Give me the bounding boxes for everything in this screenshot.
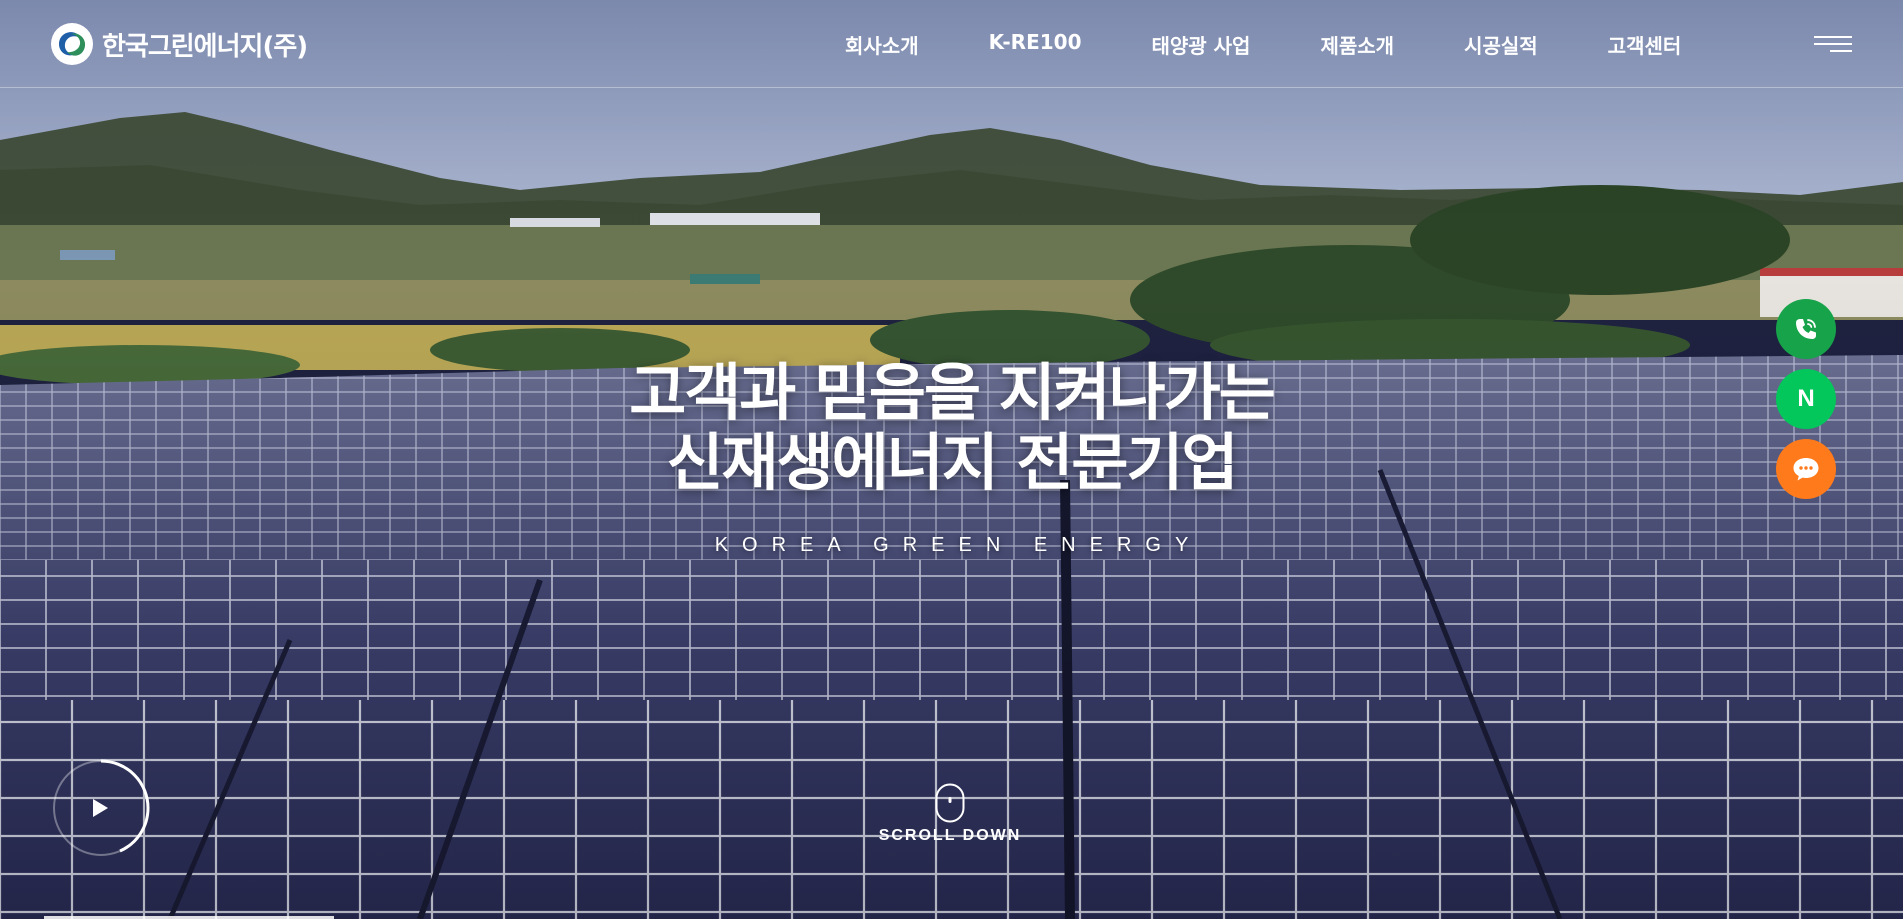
- nav-item-solar-business[interactable]: 태양광 사업: [1151, 30, 1250, 59]
- phone-call-button[interactable]: [1776, 299, 1836, 359]
- nav-item-products[interactable]: 제품소개: [1320, 30, 1394, 59]
- chat-icon: [1793, 458, 1819, 481]
- nav-item-support[interactable]: 고객센터: [1608, 30, 1682, 59]
- slider-play-button[interactable]: [50, 757, 152, 859]
- site-header: 한국그린에너지(주) 회사소개 K-RE100 태양광 사업 제품소개 시공실적…: [0, 0, 1903, 88]
- site-logo[interactable]: 한국그린에너지(주): [50, 22, 308, 66]
- kakao-chat-button[interactable]: [1776, 439, 1836, 499]
- hero-title-line-2: 신재생에너지 전문기업: [666, 426, 1239, 499]
- logo-swirl-icon: [51, 23, 93, 65]
- main-nav: 회사소개 K-RE100 태양광 사업 제품소개 시공실적 고객센터: [845, 30, 1681, 59]
- naver-icon: N: [1797, 385, 1815, 412]
- logo-text: 한국그린에너지(주): [102, 31, 308, 62]
- hamburger-bar: [1814, 36, 1852, 38]
- nav-item-company[interactable]: 회사소개: [845, 30, 919, 59]
- hamburger-bar: [1814, 43, 1852, 45]
- play-icon: [53, 759, 150, 856]
- hero-title-line-1: 고객과 믿음을 지켜나가는: [629, 356, 1276, 429]
- scroll-down-indicator[interactable]: SCROLL DOWN: [860, 783, 1040, 845]
- hero-title: 고객과 믿음을 지켜나가는 신재생에너지 전문기업: [0, 358, 1903, 498]
- mouse-icon: [935, 783, 965, 823]
- hero-subtitle: KOREA GREEN ENERGY: [714, 534, 1203, 556]
- phone-icon: [1796, 319, 1816, 339]
- naver-blog-button[interactable]: N: [1776, 369, 1836, 429]
- scroll-down-label: SCROLL DOWN: [878, 827, 1022, 844]
- hamburger-icon[interactable]: [1814, 34, 1852, 54]
- nav-item-projects[interactable]: 시공실적: [1464, 30, 1538, 59]
- nav-item-k-re100[interactable]: K-RE100: [989, 30, 1082, 59]
- hamburger-bar: [1830, 50, 1852, 52]
